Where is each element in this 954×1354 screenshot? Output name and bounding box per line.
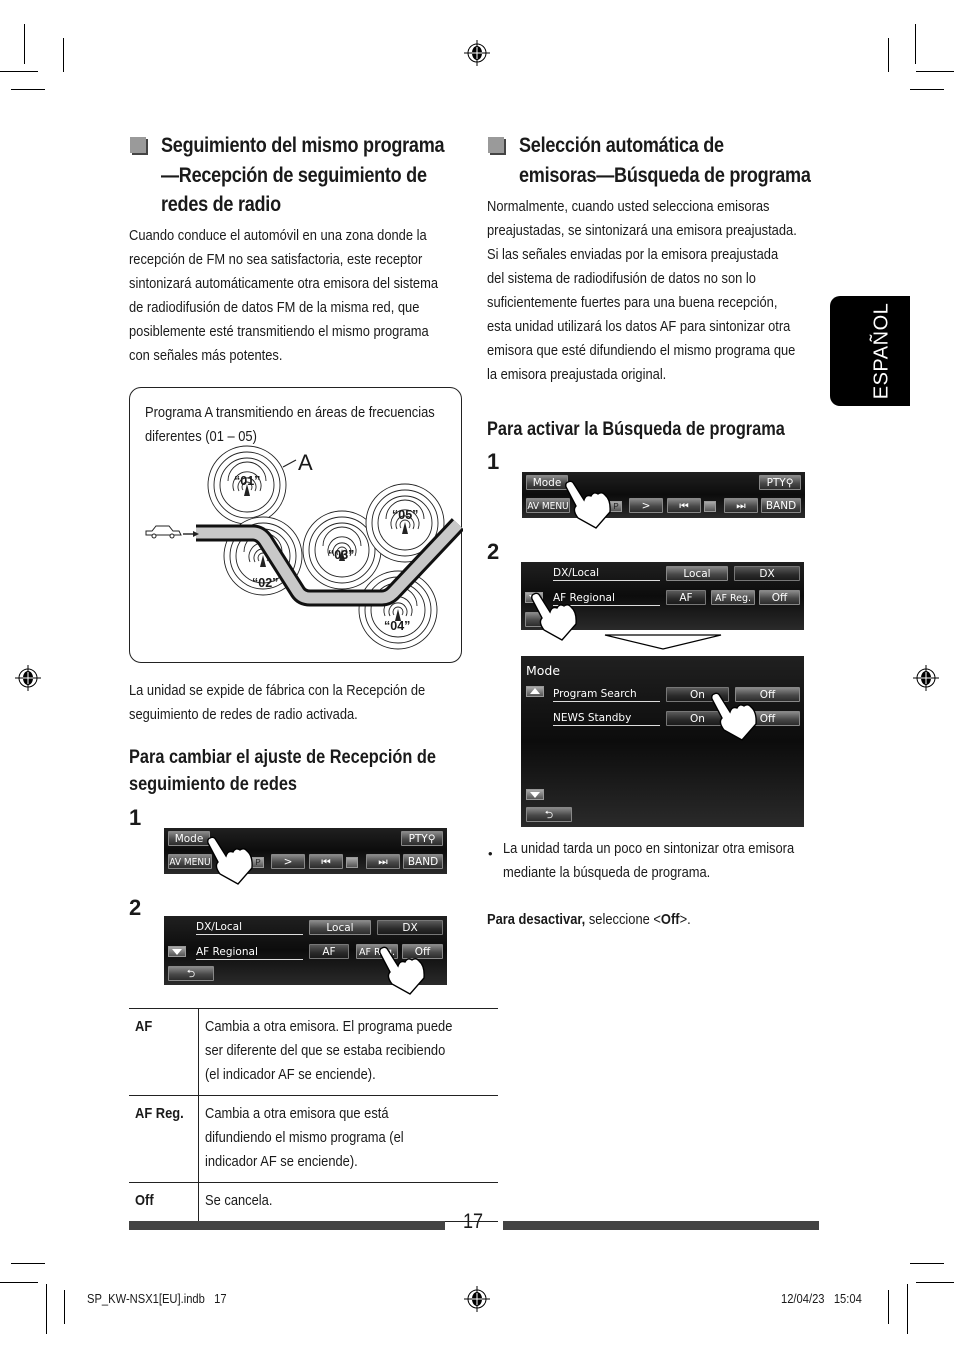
table-row: Off Se cancela. — [129, 1182, 499, 1222]
language-tab-label: ESPAÑOL — [870, 302, 893, 400]
registration-mark-icon — [464, 1286, 490, 1312]
network-diagram: Programa A transmitiendo en áreas de fre… — [129, 387, 463, 663]
registration-mark-icon — [464, 40, 490, 66]
step-number: 2 — [129, 895, 142, 920]
next-button[interactable]: > — [271, 854, 305, 869]
finger-pointer-icon — [207, 836, 253, 885]
print-file-info: SP_KW-NSX1[EU].indb 17 — [87, 1291, 227, 1306]
step-number: 1 — [487, 449, 500, 474]
section-bullet-icon — [488, 137, 504, 153]
program-a-leader-line — [282, 459, 297, 468]
previous-track-button[interactable]: ⏮ — [309, 854, 343, 869]
station-05-label: “05” — [392, 508, 419, 522]
option-description: Cambia a otra emisora. El programa puede… — [204, 1018, 453, 1083]
scroll-up-button[interactable] — [526, 686, 544, 697]
next-track-button[interactable]: ⏭ — [724, 498, 758, 513]
band-button[interactable]: BAND — [403, 854, 443, 869]
table-row: AF Cambia a otra emisora. El programa pu… — [129, 1008, 499, 1096]
mode-menu-title: Mode — [526, 663, 561, 678]
deactivate-instruction: Para desactivar, seleccione <Off>. — [487, 911, 691, 928]
finger-pointer-icon — [711, 692, 757, 741]
af-button[interactable]: AF — [666, 590, 706, 605]
band-button[interactable]: BAND — [761, 498, 801, 513]
station-01-label: “01” — [234, 474, 261, 488]
news-standby-label: NEWS Standby — [553, 712, 660, 726]
af-reg-button[interactable]: AF Reg. — [711, 590, 755, 605]
magnifier-icon: ⚲ — [427, 833, 436, 845]
intro-paragraph: Normalmente, cuando usted selecciona emi… — [487, 198, 797, 383]
registration-mark-icon — [15, 665, 41, 691]
option-description: Cambia a otra emisora que está difundiend… — [204, 1105, 404, 1170]
subhead-activate-search: Para activar la Búsqueda de programa — [487, 419, 785, 440]
scroll-down-button[interactable] — [168, 946, 186, 957]
page-bar-left — [129, 1221, 445, 1230]
program-search-label: Program Search — [553, 688, 660, 702]
local-button[interactable]: Local — [666, 566, 728, 581]
station-02-label: “02” — [252, 576, 279, 590]
station-map — [145, 445, 463, 650]
station-04-label: “04” — [384, 619, 411, 633]
step-number: 1 — [129, 805, 142, 830]
option-key: AF — [135, 1018, 153, 1035]
program-a-label: A — [298, 450, 313, 475]
station-03-label: “03” — [328, 548, 355, 562]
page-number: 17 — [463, 1210, 484, 1233]
next-track-button[interactable]: ⏭ — [366, 854, 400, 869]
section-bullet-icon — [130, 137, 146, 153]
dx-local-label: DX/Local — [553, 567, 660, 581]
option-description: Se cancela. — [204, 1192, 273, 1209]
factory-note: La unidad se expide de fábrica con la Re… — [129, 682, 426, 723]
transition-arrow-icon — [604, 634, 722, 650]
mode-button[interactable]: Mode — [526, 475, 568, 490]
option-key: AF Reg. — [135, 1105, 184, 1122]
car-icon — [145, 525, 199, 539]
af-button[interactable]: AF — [309, 944, 349, 959]
section-title-follow-up: Seguimiento del mismo programa —Recepción… — [161, 134, 445, 216]
pty-search-button[interactable]: PTY⚲ — [759, 475, 801, 490]
mode-button[interactable]: Mode — [168, 831, 210, 846]
pty-search-button[interactable]: PTY⚲ — [401, 831, 443, 846]
off-button[interactable]: Off — [759, 590, 800, 605]
repeat-icon[interactable] — [704, 501, 716, 512]
repeat-icon[interactable] — [346, 857, 358, 868]
next-button[interactable]: > — [629, 498, 663, 513]
page-bar-right — [503, 1221, 819, 1230]
search-note: La unidad tarda un poco en sintonizar ot… — [503, 840, 795, 881]
print-timestamp: 12/04/23 15:04 — [781, 1291, 862, 1306]
intro-paragraph: Cuando conduce el automóvil en una zona … — [129, 227, 439, 364]
registration-mark-icon — [913, 665, 939, 691]
dx-button[interactable]: DX — [377, 920, 443, 935]
subhead-change-setting: Para cambiar el ajuste de Recepción de s… — [129, 747, 436, 795]
back-button[interactable]: ⮌ — [526, 807, 572, 822]
back-button[interactable]: ⮌ — [168, 966, 214, 981]
step-number: 2 — [487, 539, 500, 564]
scroll-down-button[interactable] — [526, 789, 544, 800]
af-regional-label: AF Regional — [196, 946, 303, 960]
finger-pointer-icon — [379, 946, 425, 995]
section-title-program-search: Selección automática de emisoras—Búsqueda… — [519, 134, 811, 187]
af-options-table: AF Cambia a otra emisora. El programa pu… — [129, 1008, 499, 1222]
table-row: AF Reg. Cambia a otra emisora que está di… — [129, 1095, 499, 1183]
local-button[interactable]: Local — [309, 920, 371, 935]
finger-pointer-icon — [531, 592, 577, 641]
bullet-icon: • — [488, 846, 493, 861]
finger-pointer-icon — [565, 480, 611, 529]
previous-track-button[interactable]: ⏮ — [667, 498, 701, 513]
dx-local-label: DX/Local — [196, 921, 303, 935]
magnifier-icon: ⚲ — [785, 477, 794, 489]
option-key: Off — [135, 1192, 154, 1209]
dx-button[interactable]: DX — [734, 566, 800, 581]
